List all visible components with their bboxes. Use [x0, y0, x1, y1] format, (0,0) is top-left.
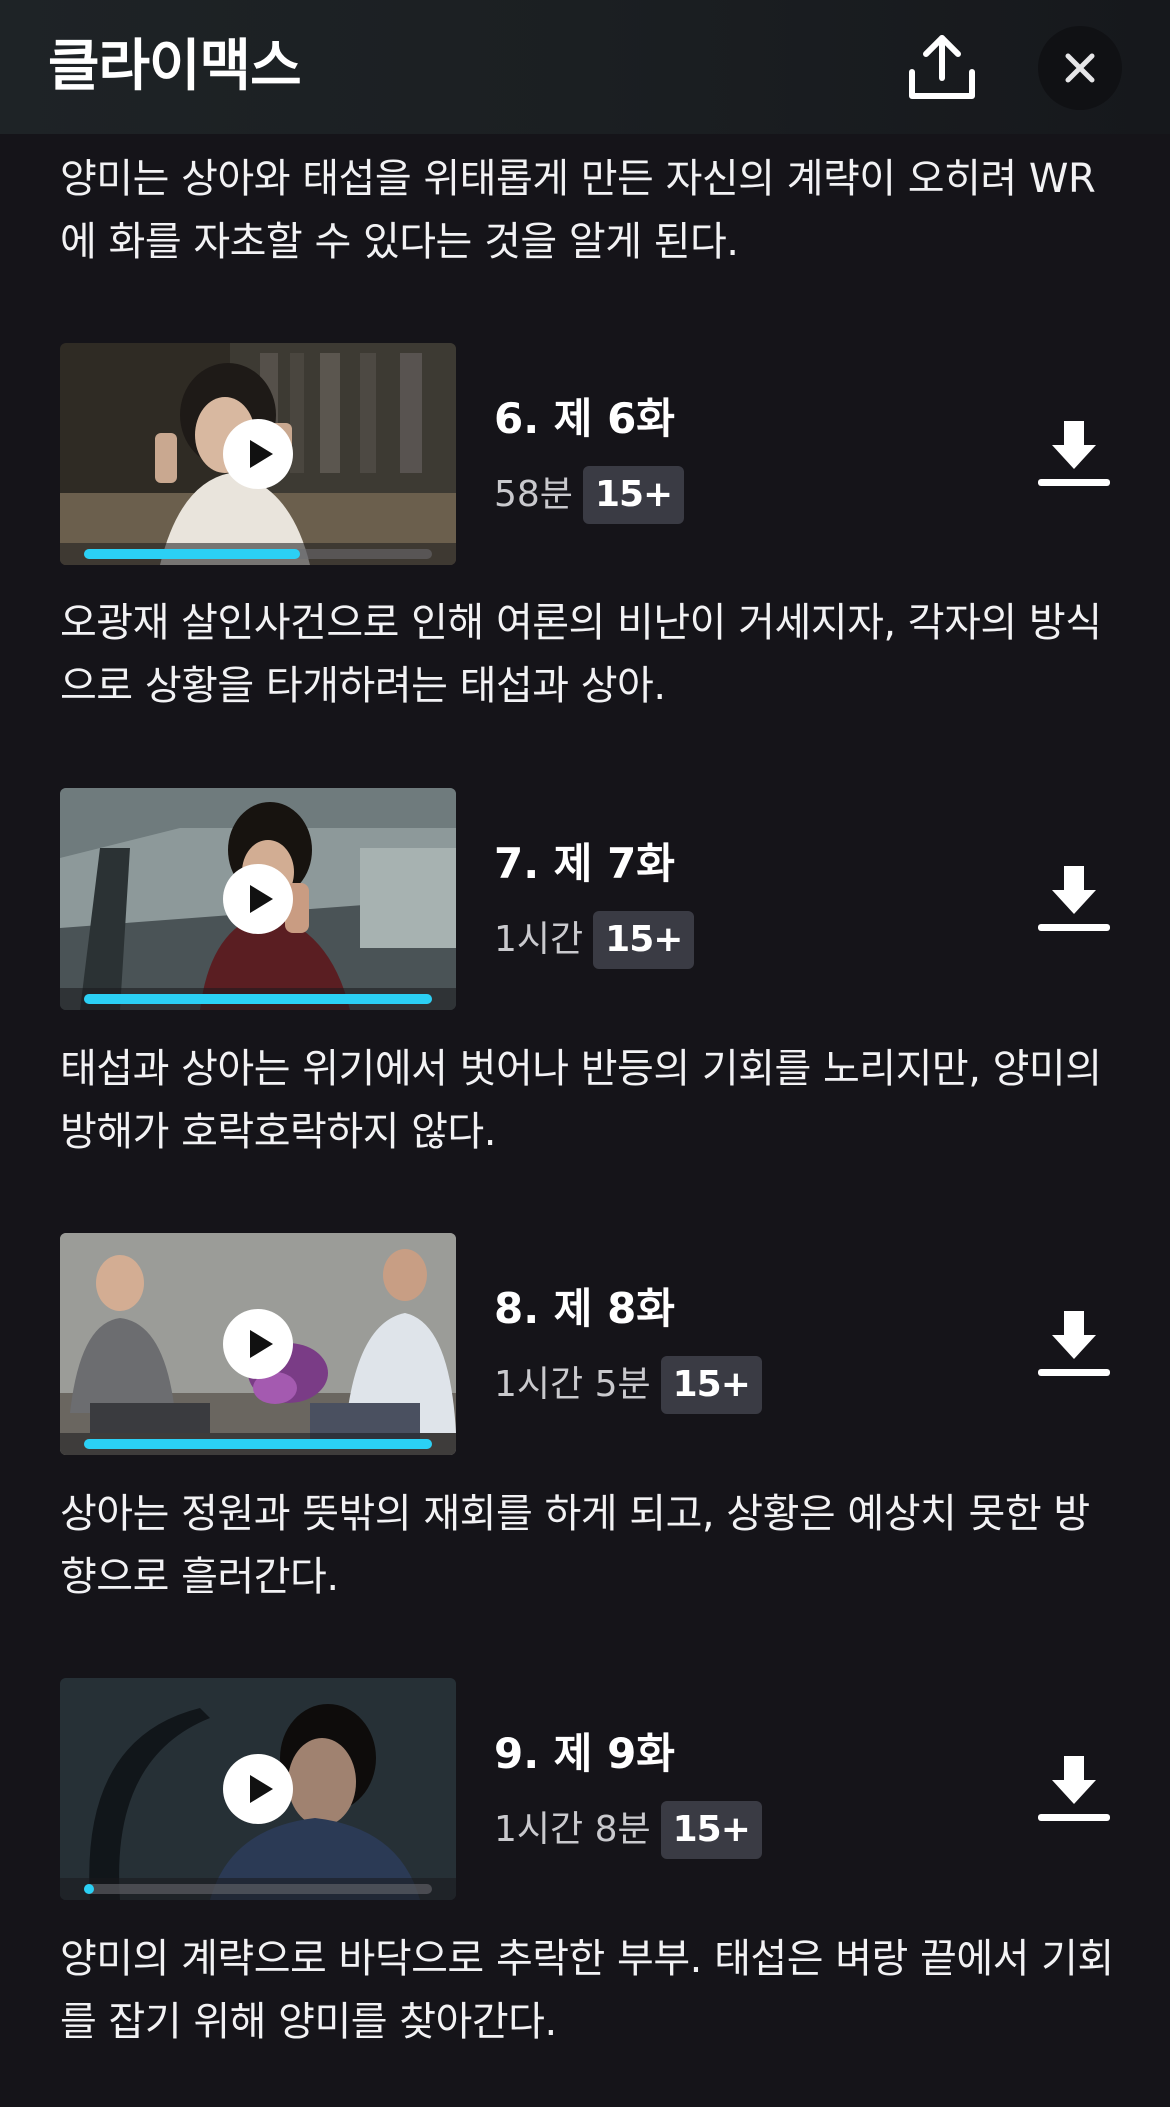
download-button[interactable]: [1036, 1307, 1112, 1383]
episode-description: 양미의 계략으로 바닥으로 추락한 부부. 태섭은 벼랑 끝에서 기회를 잡기 …: [60, 1936, 1114, 2045]
download-icon: [1036, 1752, 1112, 1828]
watch-progress-bar: [84, 1439, 432, 1449]
episode-thumbnail[interactable]: [60, 788, 456, 1010]
episode-description: 태섭과 상아는 위기에서 벗어나 반등의 기회를 노리지만, 양미의 방해가 호…: [60, 1046, 1102, 1155]
share-upload-icon: [900, 30, 984, 106]
episode-duration: 1시간: [494, 919, 584, 960]
episode-meta: 1시간 5분 15+: [494, 1355, 762, 1415]
episode-row-6[interactable]: 6. 제 6화 58분 15+: [0, 343, 1170, 567]
watch-progress-fill: [84, 549, 300, 559]
watch-progress-fill: [84, 1884, 94, 1894]
episode-meta: 1시간 15+: [494, 910, 695, 970]
watch-progress-bar: [84, 1884, 432, 1894]
episode-description: 오광재 살인사건으로 인해 여론의 비난이 거세지자, 각자의 방식으로 상황을…: [60, 600, 1102, 709]
header: 클라이맥스: [0, 0, 1170, 134]
episode-duration: 58분: [494, 474, 573, 515]
episode-thumbnail[interactable]: [60, 1678, 456, 1900]
play-button[interactable]: [223, 419, 293, 489]
close-icon: [1038, 26, 1122, 110]
play-icon: [223, 419, 293, 489]
download-button[interactable]: [1036, 1752, 1112, 1828]
play-button[interactable]: [223, 1309, 293, 1379]
episode-title: 7. 제 7화: [494, 839, 675, 888]
episode-description: 상아는 정원과 뜻밖의 재회를 하게 되고, 상황은 예상치 못한 방향으로 흘…: [60, 1491, 1090, 1600]
close-button[interactable]: [1038, 26, 1122, 110]
episode-duration: 1시간 8분: [494, 1809, 651, 1850]
episode-row-9[interactable]: 9. 제 9화 1시간 8분 15+: [0, 1678, 1170, 1902]
episode-duration: 1시간 5분: [494, 1364, 651, 1405]
play-button[interactable]: [223, 864, 293, 934]
age-rating-badge: 15+: [660, 1356, 762, 1414]
watch-progress-fill: [84, 994, 432, 1004]
age-rating-badge: 15+: [660, 1801, 762, 1859]
download-button[interactable]: [1036, 862, 1112, 938]
play-icon: [223, 1754, 293, 1824]
watch-progress-bar: [84, 549, 432, 559]
episode-description: 양미는 상아와 태섭을 위태롭게 만든 자신의 계략이 오히려 WR에 화를 자…: [60, 156, 1096, 265]
download-button[interactable]: [1036, 417, 1112, 493]
age-rating-badge: 15+: [582, 466, 685, 524]
play-icon: [223, 864, 293, 934]
play-icon: [223, 1309, 293, 1379]
download-icon: [1036, 417, 1112, 493]
download-icon: [1036, 862, 1112, 938]
download-icon: [1036, 1307, 1112, 1383]
page-title: 클라이맥스: [48, 34, 302, 99]
episode-row-8[interactable]: 8. 제 8화 1시간 5분 15+: [0, 1233, 1170, 1457]
age-rating-badge: 15+: [593, 911, 695, 969]
episode-thumbnail[interactable]: [60, 1233, 456, 1455]
watch-progress-bar: [84, 994, 432, 1004]
episode-title: 6. 제 6화: [494, 394, 675, 443]
episode-row-7[interactable]: 7. 제 7화 1시간 15+: [0, 788, 1170, 1012]
episode-thumbnail[interactable]: [60, 343, 456, 565]
play-button[interactable]: [223, 1754, 293, 1824]
episode-title: 8. 제 8화: [494, 1284, 675, 1333]
episode-meta: 58분 15+: [494, 465, 685, 525]
episode-title: 9. 제 9화: [494, 1729, 675, 1778]
episode-meta: 1시간 8분 15+: [494, 1800, 762, 1860]
share-button[interactable]: [900, 30, 984, 106]
watch-progress-fill: [84, 1439, 432, 1449]
